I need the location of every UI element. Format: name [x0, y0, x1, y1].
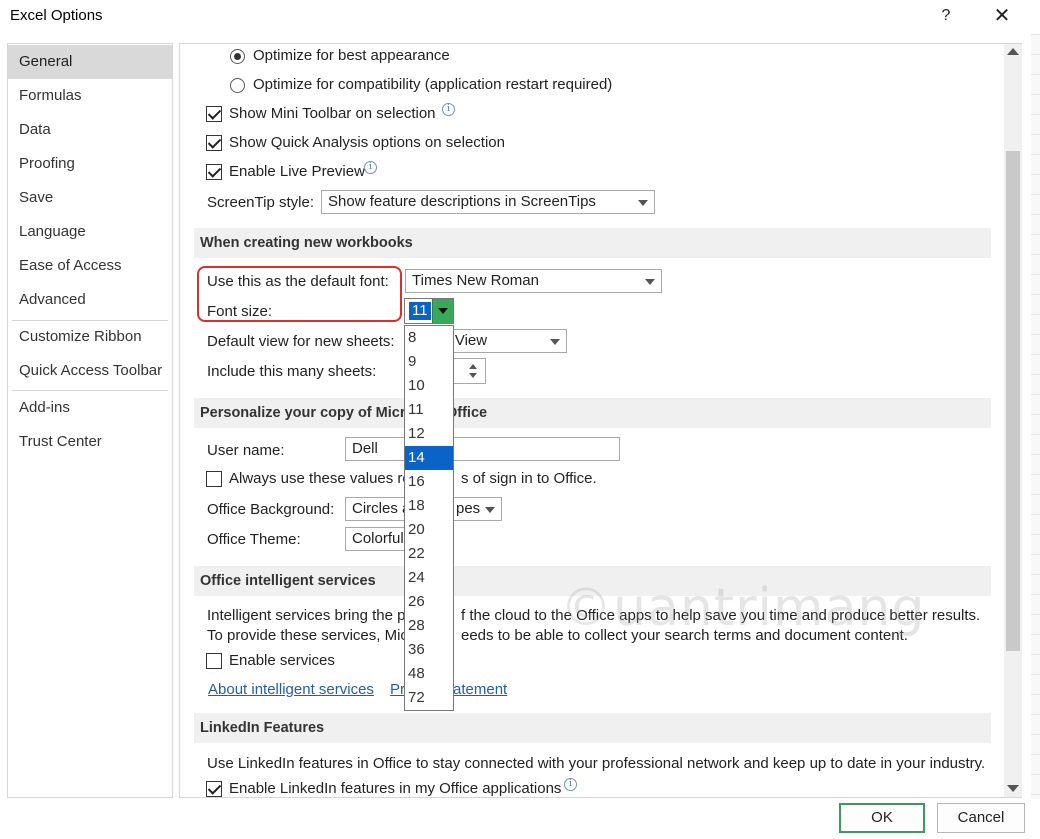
quick-analysis-checkbox[interactable]	[206, 135, 222, 151]
font-size-value[interactable]: 11	[409, 302, 431, 320]
font-size-label: Font size:	[207, 303, 273, 320]
username-label: User name:	[207, 442, 285, 459]
linkedin-desc: Use LinkedIn features in Office to stay …	[207, 755, 986, 772]
default-font-value: Times New Roman	[412, 272, 539, 289]
title-bar: Excel Options ? ✕	[0, 0, 1040, 34]
enable-linkedin-checkbox[interactable]	[206, 781, 222, 797]
intelligent-desc-line1-start: Intelligent services bring the p	[207, 607, 406, 624]
sidebar-item-formulas[interactable]: Formulas	[8, 79, 172, 113]
sidebar: General Formulas Data Proofing Save Lang…	[7, 43, 173, 798]
enable-services-checkbox[interactable]	[206, 653, 222, 669]
font-size-dropdown-list: 8 9 10 11 12 14 16 18 20 22 24 26 28 36 …	[404, 325, 454, 711]
scroll-up-icon[interactable]	[1007, 48, 1019, 55]
username-input[interactable]: Dell	[345, 437, 620, 461]
office-background-label: Office Background:	[207, 501, 335, 518]
mini-toolbar-checkbox[interactable]	[206, 106, 222, 122]
best-appearance-label: Optimize for best appearance	[253, 47, 450, 64]
ok-button[interactable]: OK	[839, 803, 925, 833]
font-size-option[interactable]: 72	[405, 686, 453, 710]
spin-down-icon[interactable]	[469, 373, 477, 378]
compatibility-radio[interactable]	[230, 78, 245, 93]
personalize-header-text: Personalize your copy of Micr	[200, 405, 406, 421]
screentip-label: ScreenTip style:	[207, 194, 314, 211]
cancel-button[interactable]: Cancel	[937, 803, 1025, 833]
info-icon[interactable]: i	[564, 778, 577, 791]
close-button[interactable]: ✕	[988, 4, 1016, 28]
options-content: Optimize for best appearance Optimize fo…	[179, 43, 1022, 798]
section-header-personalize: Personalize your copy of Micr Office	[194, 398, 991, 428]
office-theme-value: Colorful	[352, 530, 404, 547]
sidebar-item-save[interactable]: Save	[8, 181, 172, 215]
section-header-linkedin: LinkedIn Features	[194, 713, 991, 743]
default-font-label: Use this as the default font:	[207, 273, 389, 290]
font-size-option[interactable]: 26	[405, 590, 453, 614]
spin-up-icon[interactable]	[469, 364, 477, 369]
default-font-select[interactable]: Times New Roman	[405, 269, 662, 293]
font-size-option[interactable]: 24	[405, 566, 453, 590]
chevron-down-icon	[638, 200, 648, 206]
chevron-down-icon	[485, 507, 495, 513]
best-appearance-radio[interactable]	[230, 49, 245, 64]
sidebar-item-quick-access-toolbar[interactable]: Quick Access Toolbar	[8, 354, 172, 388]
font-size-option[interactable]: 16	[405, 470, 453, 494]
window-title: Excel Options	[10, 7, 103, 24]
always-use-values-checkbox[interactable]	[206, 471, 222, 487]
font-size-option[interactable]: 22	[405, 542, 453, 566]
quick-analysis-label: Show Quick Analysis options on selection	[229, 134, 505, 151]
font-size-option[interactable]: 8	[405, 326, 453, 350]
sidebar-item-language[interactable]: Language	[8, 215, 172, 249]
compatibility-label: Optimize for compatibility (application …	[253, 76, 613, 93]
enable-services-label: Enable services	[229, 652, 335, 669]
about-intelligent-services-link[interactable]: About intelligent services	[208, 681, 374, 698]
font-size-option[interactable]: 18	[405, 494, 453, 518]
font-size-option[interactable]: 20	[405, 518, 453, 542]
chevron-down-icon	[645, 279, 655, 285]
dialog-footer: OK Cancel	[0, 799, 1040, 839]
chevron-down-icon[interactable]	[432, 299, 453, 323]
mini-toolbar-label: Show Mini Toolbar on selection	[229, 105, 436, 122]
sidebar-item-customize-ribbon[interactable]: Customize Ribbon	[8, 320, 172, 354]
vertical-scrollbar[interactable]	[1004, 44, 1022, 797]
info-icon[interactable]: i	[442, 103, 455, 116]
scroll-down-icon[interactable]	[1007, 785, 1019, 792]
live-preview-label: Enable Live Preview	[229, 163, 365, 180]
chevron-down-icon	[550, 339, 560, 345]
sidebar-item-proofing[interactable]: Proofing	[8, 147, 172, 181]
font-size-option[interactable]: 9	[405, 350, 453, 374]
help-button[interactable]: ?	[934, 4, 958, 28]
sheets-count-label: Include this many sheets:	[207, 363, 377, 380]
font-size-option[interactable]: 48	[405, 662, 453, 686]
sidebar-item-advanced[interactable]: Advanced	[8, 283, 172, 317]
screentip-select[interactable]: Show feature descriptions in ScreenTips	[321, 190, 655, 214]
office-background-value-start: Circles a	[352, 500, 411, 517]
privacy-statement-link-end[interactable]: atement	[453, 681, 507, 698]
sidebar-item-trust-center[interactable]: Trust Center	[8, 425, 172, 459]
live-preview-checkbox[interactable]	[206, 164, 222, 180]
scroll-thumb[interactable]	[1006, 151, 1020, 651]
sidebar-item-ease-of-access[interactable]: Ease of Access	[8, 249, 172, 283]
font-size-option[interactable]: 11	[405, 398, 453, 422]
enable-linkedin-label: Enable LinkedIn features in my Office ap…	[229, 780, 562, 797]
default-view-label: Default view for new sheets:	[207, 333, 395, 350]
section-header-new-workbooks: When creating new workbooks	[194, 228, 991, 258]
screentip-value: Show feature descriptions in ScreenTips	[328, 193, 596, 210]
sidebar-item-general[interactable]: General	[8, 45, 172, 79]
sidebar-item-add-ins[interactable]: Add-ins	[8, 391, 172, 425]
intelligent-desc-line2-start: To provide these services, Mic	[207, 627, 408, 644]
sheets-count-spinner[interactable]	[453, 358, 486, 384]
font-size-option-highlighted[interactable]: 14	[405, 446, 453, 470]
font-size-option[interactable]: 28	[405, 614, 453, 638]
font-size-combo[interactable]: 11	[404, 298, 454, 324]
watermark: ©uantrimang	[560, 578, 926, 638]
sidebar-item-data[interactable]: Data	[8, 113, 172, 147]
always-use-values-label-end: s of sign in to Office.	[461, 470, 597, 487]
font-size-option[interactable]: 36	[405, 638, 453, 662]
font-size-option[interactable]: 10	[405, 374, 453, 398]
always-use-values-label-start: Always use these values re	[229, 470, 411, 487]
office-background-value-end: pes	[456, 500, 481, 517]
office-theme-label: Office Theme:	[207, 531, 301, 548]
info-icon[interactable]: i	[364, 161, 377, 174]
background-sheet-edge	[1031, 34, 1040, 799]
font-size-option[interactable]: 12	[405, 422, 453, 446]
